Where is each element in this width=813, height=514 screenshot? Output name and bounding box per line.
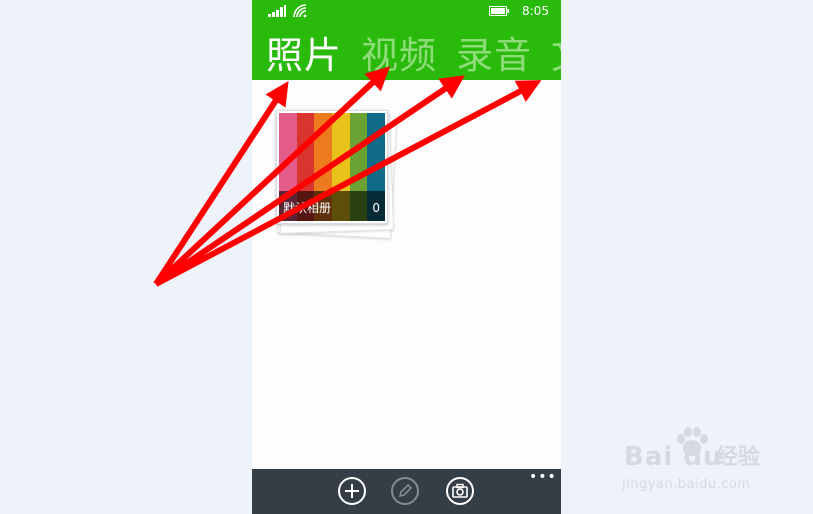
paw-icon [677, 427, 708, 456]
arrow-to-recordings-tab [154, 75, 465, 287]
arrow-to-documents-tab [154, 80, 542, 287]
baidu-jingyan-watermark: Bai du 经验 jingyan.baidu.com [620, 424, 780, 494]
arrow-to-videos-tab [153, 66, 391, 287]
watermark-url: jingyan.baidu.com [622, 477, 751, 492]
watermark-brand: 经验 [716, 445, 761, 470]
